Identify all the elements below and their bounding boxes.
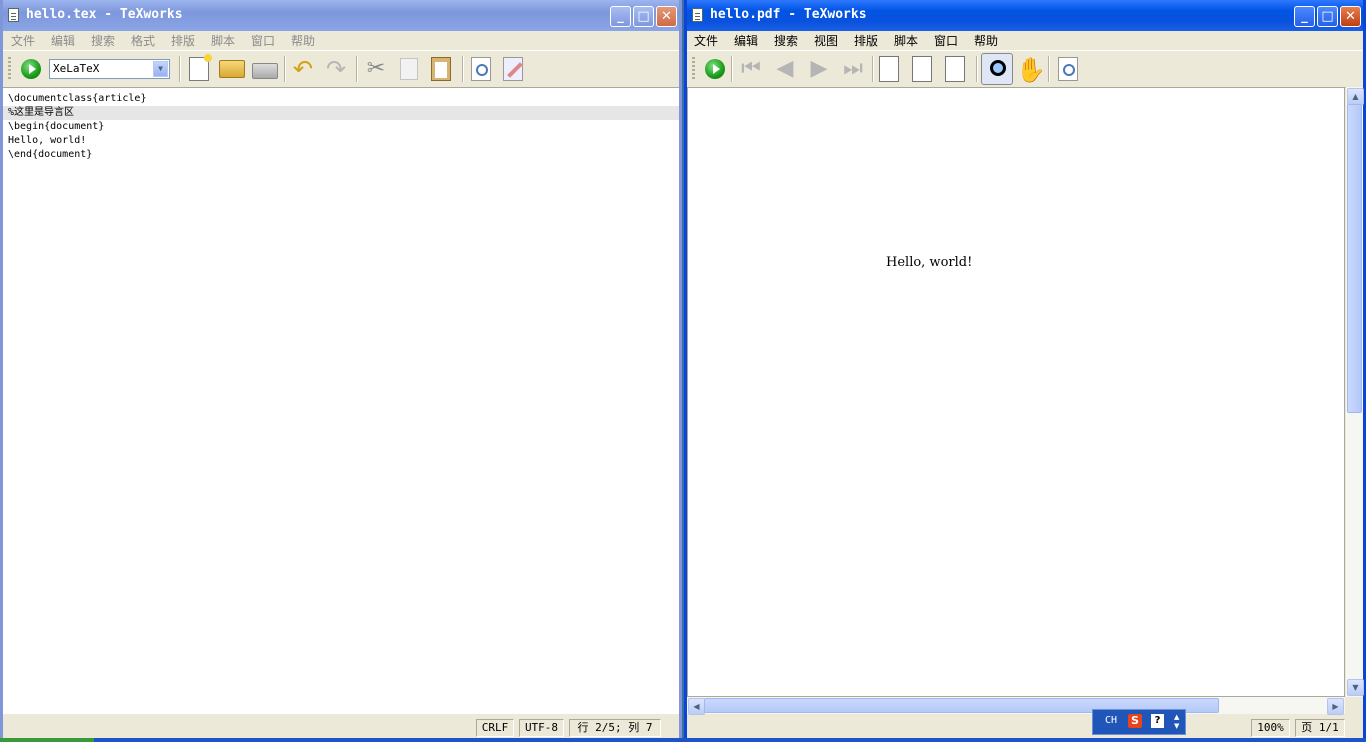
window-title: hello.pdf - TeXworks: [710, 7, 867, 22]
pdf-preview-window: hello.pdf - TeXworks _ □ ✕ 文件 编辑 搜索 视图 排…: [684, 0, 1366, 742]
menu-help[interactable]: 帮助: [291, 32, 315, 49]
cursor-position[interactable]: 行 2/5; 列 7: [569, 719, 661, 737]
tex-editor-window: hello.tex - TeXworks _ □ ✕ 文件 编辑 搜索 格式 排…: [0, 0, 682, 742]
undo-button[interactable]: ↶: [290, 56, 316, 82]
fit-window-button[interactable]: [945, 56, 965, 82]
hand-tool-icon[interactable]: ✋: [1016, 56, 1046, 84]
toolbar-separator: [976, 56, 978, 82]
title-bar[interactable]: hello.tex - TeXworks _ □ ✕: [3, 0, 679, 31]
menu-edit[interactable]: 编辑: [51, 32, 75, 49]
horizontal-scrollbar[interactable]: ◀ ▶: [687, 697, 1345, 715]
fit-width-button[interactable]: [912, 56, 932, 82]
window-title: hello.tex - TeXworks: [26, 7, 183, 22]
code-line[interactable]: Hello, world!: [3, 134, 679, 148]
pdf-text: Hello, world!: [886, 255, 973, 270]
menu-scripts[interactable]: 脚本: [211, 32, 235, 49]
toolbar-separator: [462, 56, 464, 82]
menu-bar: 文件 编辑 搜索 格式 排版 脚本 窗口 帮助: [3, 31, 679, 49]
menu-bar: 文件 编辑 搜索 视图 排版 脚本 窗口 帮助: [687, 31, 1363, 49]
line-ending-indicator[interactable]: CRLF: [476, 719, 514, 737]
encoding-indicator[interactable]: UTF-8: [519, 719, 564, 737]
typeset-button[interactable]: [705, 59, 725, 79]
menu-scripts[interactable]: 脚本: [894, 32, 918, 49]
toolbar-separator: [356, 56, 358, 82]
menu-file[interactable]: 文件: [11, 32, 35, 49]
code-line[interactable]: \begin{document}: [3, 120, 679, 134]
menu-file[interactable]: 文件: [694, 32, 718, 49]
toolbar-separator: [179, 56, 181, 82]
scroll-down-icon[interactable]: ▼: [1347, 679, 1364, 696]
vertical-scroll-thumb[interactable]: [1347, 104, 1362, 413]
minimize-button[interactable]: _: [1294, 6, 1315, 27]
paste-button[interactable]: [431, 57, 451, 81]
scroll-up-icon[interactable]: ▲: [1347, 88, 1364, 105]
toolbar-grip[interactable]: [692, 57, 695, 81]
first-page-icon[interactable]: ⏮: [738, 56, 764, 82]
code-line[interactable]: \documentclass{article}: [3, 92, 679, 106]
chevron-down-icon[interactable]: ▼: [153, 61, 168, 77]
menu-window[interactable]: 窗口: [251, 32, 275, 49]
title-bar[interactable]: hello.pdf - TeXworks _ □ ✕: [687, 0, 1363, 31]
ime-toolbar[interactable]: CH S ? ▲ ▼: [1092, 709, 1186, 735]
new-file-button[interactable]: [189, 54, 212, 81]
find-button[interactable]: [1058, 57, 1078, 81]
magnify-tool-icon[interactable]: [981, 53, 1013, 85]
minimize-button[interactable]: _: [610, 6, 631, 27]
close-button[interactable]: ✕: [656, 6, 677, 27]
toolbar-separator: [731, 56, 733, 82]
ime-logo-icon[interactable]: S: [1128, 714, 1142, 728]
menu-typeset[interactable]: 排版: [854, 32, 878, 49]
scroll-right-icon[interactable]: ▶: [1327, 698, 1344, 715]
menu-typeset[interactable]: 排版: [171, 32, 195, 49]
toolbar-separator: [284, 56, 286, 82]
cut-button[interactable]: ✂: [363, 56, 389, 82]
toolbar-separator: [1048, 56, 1050, 82]
pdf-page-view[interactable]: Hello, world!: [687, 87, 1345, 697]
actual-size-button[interactable]: [879, 56, 899, 82]
toolbar-separator: [872, 56, 874, 82]
menu-view[interactable]: 视图: [814, 32, 838, 49]
ime-mode[interactable]: CH: [1105, 715, 1117, 726]
next-page-icon[interactable]: ▶: [806, 56, 832, 82]
document-icon: [8, 8, 19, 22]
code-line-current[interactable]: %这里是导言区: [3, 106, 679, 120]
menu-format[interactable]: 格式: [131, 32, 155, 49]
last-page-icon[interactable]: ⏭: [840, 56, 866, 82]
toolbar: XeLaTeX ▼ ↶ ↷ ✂: [3, 50, 679, 88]
source-editor[interactable]: \documentclass{article} %这里是导言区 \begin{d…: [3, 87, 679, 714]
previous-page-icon[interactable]: ◀: [772, 56, 798, 82]
open-file-button[interactable]: [219, 60, 245, 78]
replace-button[interactable]: [503, 57, 523, 81]
toolbar-grip[interactable]: [8, 57, 11, 81]
menu-search[interactable]: 搜索: [91, 32, 115, 49]
save-file-button[interactable]: [252, 63, 278, 79]
zoom-indicator[interactable]: 100%: [1251, 719, 1290, 737]
page-indicator[interactable]: 页 1/1: [1295, 719, 1345, 737]
close-button[interactable]: ✕: [1340, 6, 1361, 27]
start-button[interactable]: [0, 738, 94, 742]
maximize-button[interactable]: □: [633, 6, 654, 27]
typeset-button[interactable]: [21, 59, 41, 79]
vertical-scrollbar[interactable]: ▲ ▼: [1346, 87, 1364, 697]
menu-edit[interactable]: 编辑: [734, 32, 758, 49]
document-icon: [692, 8, 703, 22]
code-line[interactable]: \end{document}: [3, 148, 679, 162]
taskbar: [0, 738, 1366, 742]
help-icon[interactable]: ?: [1151, 714, 1164, 728]
ime-options-icon[interactable]: ▲ ▼: [1174, 713, 1179, 731]
maximize-button[interactable]: □: [1317, 6, 1338, 27]
redo-button[interactable]: ↷: [323, 56, 349, 82]
menu-window[interactable]: 窗口: [934, 32, 958, 49]
find-button[interactable]: [471, 57, 491, 81]
copy-button[interactable]: [400, 58, 418, 80]
engine-select[interactable]: XeLaTeX ▼: [49, 59, 170, 79]
menu-help[interactable]: 帮助: [974, 32, 998, 49]
engine-value: XeLaTeX: [53, 62, 100, 75]
scroll-left-icon[interactable]: ◀: [688, 698, 705, 715]
toolbar: ⏮ ◀ ▶ ⏭ ✋: [687, 50, 1363, 88]
menu-search[interactable]: 搜索: [774, 32, 798, 49]
